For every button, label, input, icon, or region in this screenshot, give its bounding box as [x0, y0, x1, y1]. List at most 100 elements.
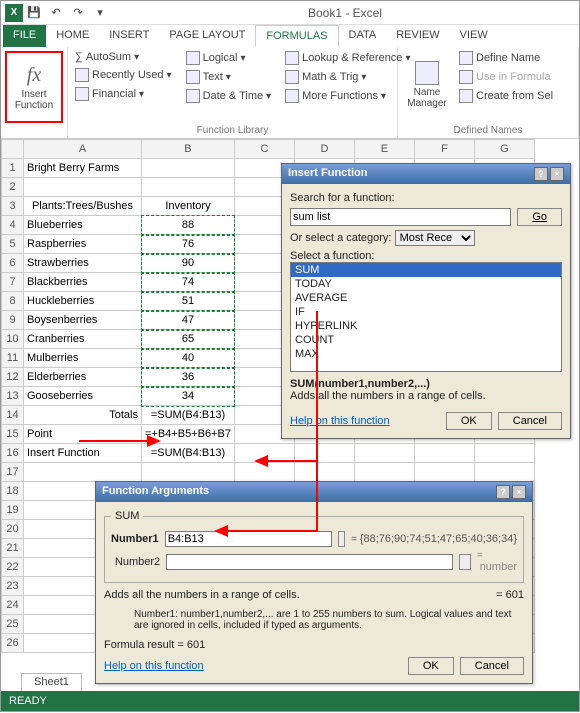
redo-icon[interactable]: ↷	[69, 4, 87, 22]
cell[interactable]: Gooseberries	[24, 387, 142, 406]
more-functions-button[interactable]: More Functions ▾	[282, 87, 413, 105]
cell[interactable]: Insert Function	[24, 444, 142, 463]
recently-used-button[interactable]: Recently Used ▾	[72, 66, 175, 84]
cell[interactable]: Huckleberries	[24, 292, 142, 311]
cancel-button[interactable]: Cancel	[460, 657, 524, 675]
cell[interactable]	[142, 178, 235, 197]
row-header[interactable]: 26	[2, 634, 24, 653]
row-header[interactable]: 16	[2, 444, 24, 463]
cell[interactable]: Raspberries	[24, 235, 142, 254]
col-header-D[interactable]: D	[294, 140, 354, 159]
cell[interactable]	[354, 444, 414, 463]
number1-input[interactable]	[165, 531, 332, 547]
help-icon[interactable]: ?	[496, 485, 510, 499]
cell[interactable]	[474, 444, 534, 463]
row-header[interactable]: 17	[2, 463, 24, 482]
ok-button[interactable]: OK	[446, 412, 492, 430]
cell[interactable]: Inventory	[142, 197, 235, 216]
col-header-B[interactable]: B	[142, 140, 235, 159]
help-icon[interactable]: ?	[534, 167, 548, 181]
math-button[interactable]: Math & Trig ▾	[282, 68, 413, 86]
datetime-button[interactable]: Date & Time ▾	[183, 87, 275, 105]
cell[interactable]	[474, 463, 534, 482]
row-header[interactable]: 5	[2, 235, 24, 254]
cell[interactable]: =SUM(B4:B13)	[142, 444, 235, 463]
cell[interactable]: 51	[142, 292, 235, 311]
row-header[interactable]: 15	[2, 425, 24, 444]
cell[interactable]: 40	[142, 349, 235, 368]
row-header[interactable]: 21	[2, 539, 24, 558]
row-header[interactable]: 11	[2, 349, 24, 368]
logical-button[interactable]: Logical ▾	[183, 49, 275, 67]
search-input[interactable]	[290, 208, 511, 226]
function-list-item[interactable]: MAX	[291, 347, 561, 361]
cell[interactable]	[294, 444, 354, 463]
row-header[interactable]: 13	[2, 387, 24, 406]
row-header[interactable]: 8	[2, 292, 24, 311]
function-list-item[interactable]: TODAY	[291, 277, 561, 291]
close-icon[interactable]: ×	[512, 485, 526, 499]
cell[interactable]: 65	[142, 330, 235, 349]
undo-icon[interactable]: ↶	[47, 4, 65, 22]
tab-formulas[interactable]: FORMULAS	[255, 25, 338, 47]
go-button[interactable]: Go	[517, 208, 562, 226]
row-header[interactable]: 24	[2, 596, 24, 615]
cell[interactable]	[142, 159, 235, 178]
function-list-item[interactable]: HYPERLINK	[291, 319, 561, 333]
function-list-item[interactable]: IF	[291, 305, 561, 319]
function-list-item[interactable]: SUM	[291, 263, 561, 277]
cell[interactable]: Plants:Trees/Bushes	[24, 197, 142, 216]
cell[interactable]	[24, 178, 142, 197]
help-link[interactable]: Help on this function	[104, 660, 204, 672]
lookup-button[interactable]: Lookup & Reference ▾	[282, 49, 413, 67]
define-name-button[interactable]: Define Name	[456, 49, 556, 67]
row-header[interactable]: 1	[2, 159, 24, 178]
cell[interactable]: 47	[142, 311, 235, 330]
row-header[interactable]: 14	[2, 406, 24, 425]
cell[interactable]: Point	[24, 425, 142, 444]
collapse-dialog-icon[interactable]	[338, 531, 346, 547]
cell[interactable]: 90	[142, 254, 235, 273]
financial-button[interactable]: Financial ▾	[72, 85, 175, 103]
col-header-C[interactable]: C	[234, 140, 294, 159]
tab-file[interactable]: FILE	[3, 25, 46, 47]
cell[interactable]: Cranberries	[24, 330, 142, 349]
cell[interactable]: 76	[142, 235, 235, 254]
cancel-button[interactable]: Cancel	[498, 412, 562, 430]
col-header-F[interactable]: F	[414, 140, 474, 159]
cell[interactable]: 88	[142, 216, 235, 235]
tab-insert[interactable]: INSERT	[99, 25, 159, 47]
cell[interactable]: 34	[142, 387, 235, 406]
row-header[interactable]: 9	[2, 311, 24, 330]
cell[interactable]: Mulberries	[24, 349, 142, 368]
col-header-A[interactable]: A	[24, 140, 142, 159]
autosum-button[interactable]: ∑AutoSum ▾	[72, 49, 175, 65]
row-header[interactable]: 3	[2, 197, 24, 216]
row-header[interactable]: 2	[2, 178, 24, 197]
name-manager-button[interactable]: Name Manager	[402, 49, 452, 121]
cell[interactable]: Bright Berry Farms	[24, 159, 142, 178]
category-select[interactable]: Most Rece	[395, 230, 475, 246]
close-icon[interactable]: ×	[550, 167, 564, 181]
cell[interactable]	[414, 463, 474, 482]
text-button[interactable]: Text ▾	[183, 68, 275, 86]
collapse-dialog-icon[interactable]	[459, 554, 471, 570]
cell[interactable]	[354, 463, 414, 482]
cell[interactable]: 74	[142, 273, 235, 292]
cell[interactable]: Boysenberries	[24, 311, 142, 330]
cell[interactable]	[24, 463, 142, 482]
cell[interactable]	[142, 463, 235, 482]
row-header[interactable]: 4	[2, 216, 24, 235]
cell[interactable]: =SUM(B4:B13)	[142, 406, 235, 425]
cell[interactable]: =+B4+B5+B6+B7	[142, 425, 235, 444]
tab-data[interactable]: DATA	[339, 25, 387, 47]
row-header[interactable]: 20	[2, 520, 24, 539]
create-from-selection-button[interactable]: Create from Sel	[456, 87, 556, 105]
sheet-tab[interactable]: Sheet1	[21, 673, 82, 691]
row-header[interactable]: 7	[2, 273, 24, 292]
row-header[interactable]: 18	[2, 482, 24, 501]
cell[interactable]: Totals	[24, 406, 142, 425]
cell[interactable]: 36	[142, 368, 235, 387]
number2-input[interactable]	[166, 554, 453, 570]
cell[interactable]	[414, 444, 474, 463]
